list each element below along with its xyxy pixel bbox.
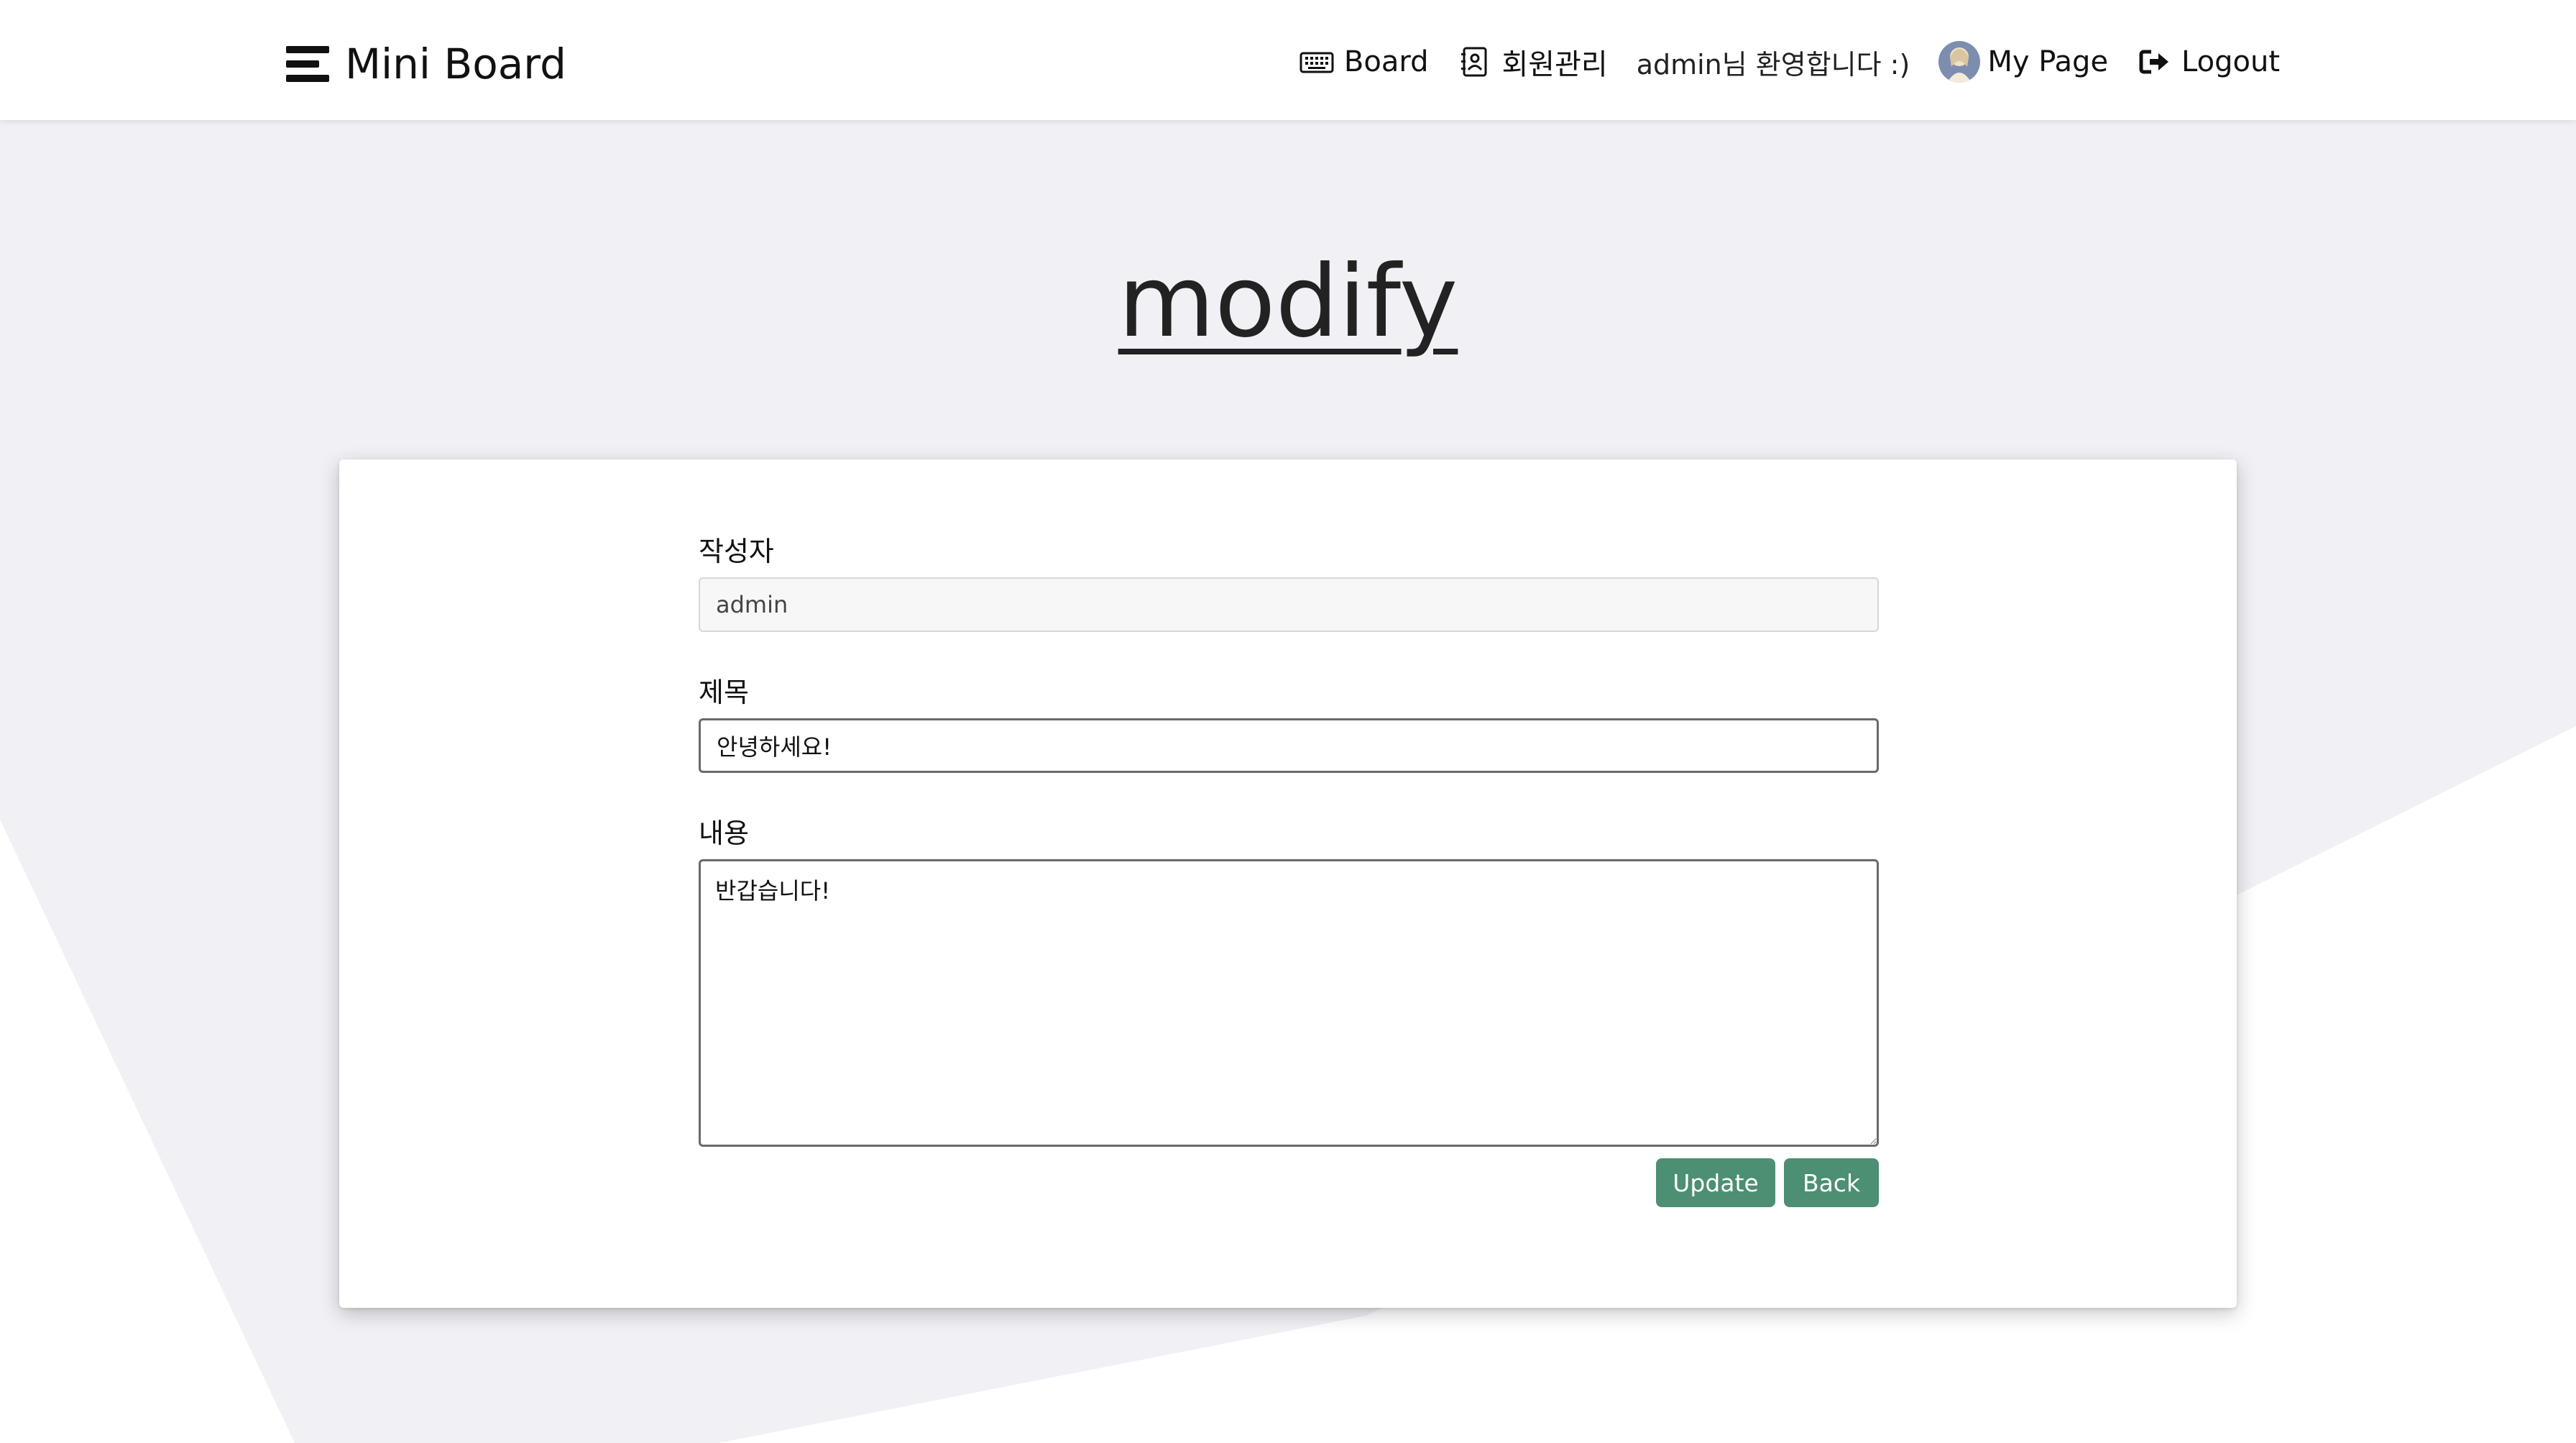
nav-member-management-link[interactable]: 회원관리 bbox=[1457, 41, 1608, 83]
nav-board-label: Board bbox=[1343, 45, 1429, 78]
author-field-group: 작성자 bbox=[699, 531, 1879, 632]
content-field-group: 내용 반갑습니다! bbox=[699, 813, 1879, 1150]
nav-logout-link[interactable]: Logout bbox=[2137, 45, 2280, 78]
nav-mypage-link[interactable]: My Page bbox=[1938, 41, 2108, 83]
nav-board-link[interactable]: Board bbox=[1300, 45, 1429, 78]
nav-mypage-label: My Page bbox=[1987, 45, 2109, 78]
menu-lines-icon bbox=[286, 46, 329, 82]
nav-member-management-label: 회원관리 bbox=[1501, 48, 1608, 81]
author-label: 작성자 bbox=[699, 536, 774, 567]
brand-link[interactable]: Mini Board bbox=[286, 39, 566, 89]
logout-icon bbox=[2139, 50, 2169, 74]
title-field[interactable] bbox=[699, 718, 1879, 773]
form-actions: Update Back bbox=[1647, 1158, 1879, 1207]
avatar bbox=[1938, 41, 1981, 83]
author-field[interactable] bbox=[699, 577, 1879, 632]
contact-book-icon bbox=[1461, 47, 1487, 77]
brand-title: Mini Board bbox=[345, 40, 566, 88]
nav-logout-label: Logout bbox=[2181, 45, 2280, 78]
title-field-group: 제목 bbox=[699, 672, 1879, 773]
title-label: 제목 bbox=[699, 677, 749, 708]
content-textarea[interactable]: 반갑습니다! bbox=[699, 859, 1879, 1147]
back-button[interactable]: Back bbox=[1784, 1158, 1879, 1207]
page-title: modify bbox=[1118, 244, 1458, 359]
content-label: 내용 bbox=[699, 817, 749, 849]
welcome-text: admin님 환영합니다 :) bbox=[1636, 48, 1910, 81]
modify-form-card: 작성자 제목 내용 반갑습니다! Update Back bbox=[339, 459, 2237, 1308]
top-navbar: Mini Board Board 회원관리 admin님 환영합니다:) My… bbox=[0, 0, 2576, 120]
keyboard-icon bbox=[1300, 52, 1334, 73]
update-button[interactable]: Update bbox=[1656, 1158, 1775, 1207]
nav-menu: Board 회원관리 admin님 환영합니다 :) My Page Logou… bbox=[1271, 36, 2280, 88]
